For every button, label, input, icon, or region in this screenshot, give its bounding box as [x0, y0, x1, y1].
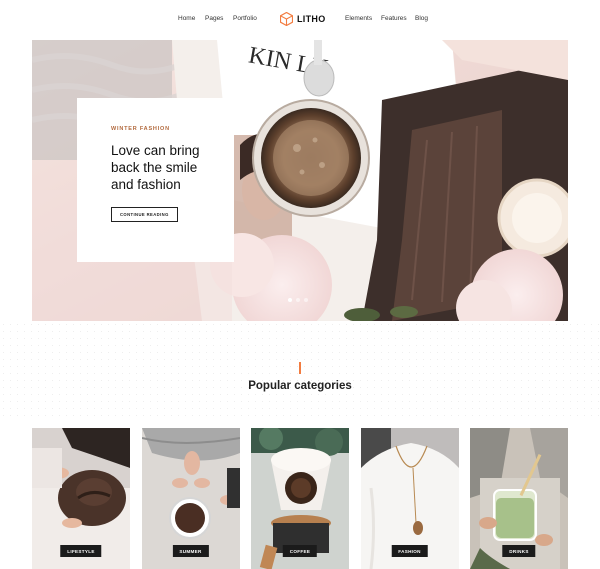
continue-reading-button[interactable]: CONTINUE READING — [111, 207, 178, 222]
nav-link-pages[interactable]: Pages — [205, 15, 223, 22]
category-card-drinks[interactable]: DRINKS — [470, 428, 568, 569]
hero-title: Love can bring back the smile and fashio… — [111, 143, 200, 192]
slider-dot-1[interactable] — [288, 298, 292, 302]
slider-pagination — [288, 298, 308, 302]
nav-link-blog[interactable]: Blog — [415, 15, 428, 22]
category-badge-coffee: COFFEE — [282, 545, 318, 557]
top-navigation: Home Pages Portfolio LITHO Elements Feat… — [0, 0, 600, 38]
section-title: Popular categories — [248, 380, 352, 392]
slider-dot-3[interactable] — [304, 298, 308, 302]
category-card-coffee[interactable]: COFFEE — [251, 428, 349, 569]
cube-logo-icon — [280, 12, 293, 26]
category-cards: LIFESTYLE SUMMER COFFEE FASHION DRINKS — [32, 428, 568, 569]
nav-link-elements[interactable]: Elements — [345, 15, 372, 22]
category-badge-summer: SUMMER — [172, 545, 209, 557]
category-card-fashion[interactable]: FASHION — [360, 428, 459, 569]
brand-logo[interactable]: LITHO — [280, 11, 326, 27]
category-card-lifestyle[interactable]: LIFESTYLE — [32, 428, 130, 569]
category-badge-drinks: DRINKS — [502, 545, 536, 557]
section-accent-line — [299, 362, 301, 374]
hero-text-card: WINTER FASHION Love can bring back the s… — [77, 98, 234, 262]
hero-slider[interactable]: KIN LK WINTER FASHION Love can bring bac… — [32, 40, 568, 321]
category-badge-lifestyle: LIFESTYLE — [60, 545, 102, 557]
nav-link-home[interactable]: Home — [178, 15, 195, 22]
category-card-summer[interactable]: SUMMER — [141, 428, 240, 569]
nav-link-features[interactable]: Features — [381, 15, 407, 22]
slider-dot-2[interactable] — [296, 298, 300, 302]
category-badge-fashion: FASHION — [391, 545, 428, 557]
hero-eyebrow: WINTER FASHION — [111, 126, 170, 132]
brand-name: LITHO — [297, 14, 326, 24]
nav-link-portfolio[interactable]: Portfolio — [233, 15, 257, 22]
